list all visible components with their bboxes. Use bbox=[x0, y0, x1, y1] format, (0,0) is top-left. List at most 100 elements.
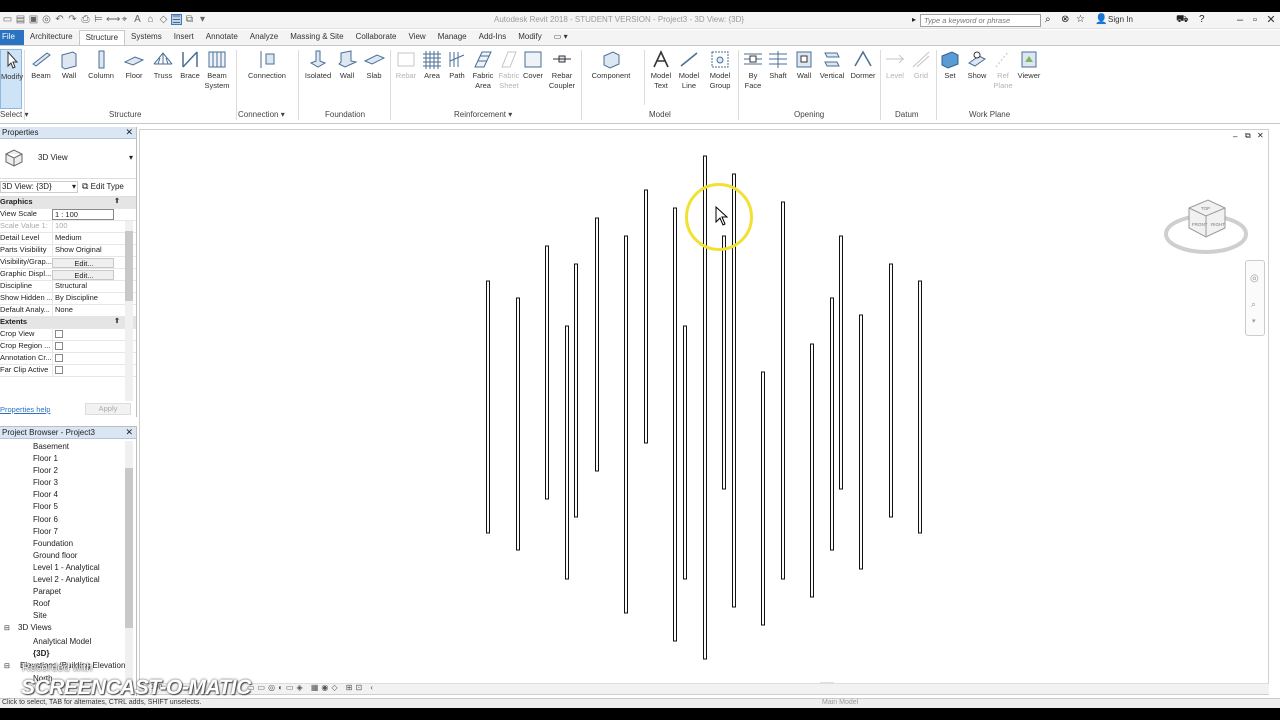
close-icon[interactable]: ✕ bbox=[125, 427, 133, 438]
fabric-area-button[interactable]: Fabric Area bbox=[470, 49, 496, 91]
help-icon[interactable]: ? bbox=[1199, 14, 1205, 25]
model-line-button[interactable]: Model Line bbox=[676, 49, 702, 91]
property-row[interactable]: Annotation Cr... bbox=[0, 353, 136, 365]
measure-icon[interactable]: ⊨ bbox=[93, 14, 104, 25]
favorites-icon[interactable]: ☆ bbox=[1076, 14, 1085, 25]
tree-item[interactable]: Foundation bbox=[0, 538, 136, 550]
edit-button[interactable]: Edit... bbox=[52, 258, 114, 268]
model-group-button[interactable]: Model Group bbox=[705, 49, 735, 91]
beam-button[interactable]: Beam bbox=[28, 49, 54, 81]
structural-column[interactable] bbox=[781, 201, 785, 580]
structural-wall-button[interactable]: Wall bbox=[56, 49, 82, 81]
tab-manage[interactable]: Manage bbox=[432, 30, 473, 45]
tab-annotate[interactable]: Annotate bbox=[200, 30, 244, 45]
property-row[interactable]: Crop View bbox=[0, 329, 136, 341]
tree-item[interactable]: Floor 5 bbox=[0, 501, 136, 513]
structural-column[interactable] bbox=[918, 280, 922, 534]
undo-icon[interactable]: ↶ bbox=[54, 14, 65, 25]
tree-item[interactable]: Analytical Model bbox=[0, 636, 136, 648]
properties-scrollbar[interactable] bbox=[125, 221, 133, 401]
model-selector[interactable]: Main Model bbox=[822, 699, 858, 706]
sync-icon[interactable]: ◎ bbox=[41, 14, 52, 25]
path-reinforcement-button[interactable]: Path bbox=[445, 49, 469, 81]
tab-architecture[interactable]: Architecture bbox=[24, 30, 79, 45]
structural-column[interactable] bbox=[830, 297, 834, 551]
floor-button[interactable]: Floor bbox=[120, 49, 148, 81]
panel-connection-label[interactable]: Connection ▾ bbox=[238, 110, 285, 119]
tree-group-3d-views[interactable]: ⊟ 3D Views bbox=[0, 622, 136, 635]
grid-button[interactable]: Grid bbox=[909, 49, 933, 81]
vertical-opening-button[interactable]: Vertical bbox=[817, 49, 847, 81]
tab-view[interactable]: View bbox=[403, 30, 432, 45]
sign-in-button[interactable]: Sign In bbox=[1108, 15, 1133, 24]
tab-insert[interactable]: Insert bbox=[168, 30, 200, 45]
tree-item[interactable]: Floor 2 bbox=[0, 465, 136, 477]
close-window-button[interactable]: ✕ bbox=[1264, 13, 1278, 27]
property-row[interactable]: View Scale 1 : 100 bbox=[0, 209, 136, 221]
tab-add-ins[interactable]: Add-Ins bbox=[473, 30, 513, 45]
view-restore-icon[interactable]: ⧉ bbox=[1245, 131, 1251, 141]
ribbon-options-icon[interactable]: ▭ ▾ bbox=[548, 30, 574, 45]
structural-column[interactable] bbox=[859, 314, 863, 570]
beam-system-button[interactable]: Beam System bbox=[203, 49, 231, 91]
steering-wheel-icon[interactable]: ◎ bbox=[1250, 273, 1259, 284]
arrow-icon[interactable]: ▸ bbox=[912, 15, 916, 24]
structural-column[interactable] bbox=[839, 235, 843, 490]
cover-button[interactable]: Cover bbox=[521, 49, 545, 81]
type-selector[interactable]: 3D View ▾ bbox=[0, 139, 136, 179]
connection-button[interactable]: Connection bbox=[244, 49, 290, 81]
ref-plane-button[interactable]: Ref Plane bbox=[990, 49, 1016, 91]
checkbox[interactable] bbox=[55, 354, 63, 362]
app-menu-icon[interactable]: ▭ bbox=[2, 14, 13, 25]
tree-item[interactable]: Basement bbox=[0, 441, 136, 453]
tree-item[interactable]: Level 2 - Analytical bbox=[0, 574, 136, 586]
zoom-icon[interactable]: ⌕ bbox=[1251, 299, 1256, 310]
viewcube[interactable]: TOP FRONT RIGHT bbox=[1163, 182, 1249, 272]
open-icon[interactable]: ▤ bbox=[15, 14, 26, 25]
tab-massing-site[interactable]: Massing & Site bbox=[284, 30, 349, 45]
switch-windows-icon[interactable]: ▾ bbox=[197, 14, 208, 25]
chevron-down-icon[interactable]: ▾ bbox=[1252, 317, 1256, 325]
level-button[interactable]: Level bbox=[883, 49, 907, 81]
wall-opening-button[interactable]: Wall bbox=[792, 49, 816, 81]
tree-item[interactable]: Floor 4 bbox=[0, 489, 136, 501]
binoculars-icon[interactable]: ⌕ bbox=[1045, 14, 1051, 25]
edit-type-button[interactable]: ⧉ Edit Type bbox=[82, 181, 124, 192]
property-row[interactable]: Default Analy... None bbox=[0, 305, 136, 317]
property-row[interactable]: Visibility/Grap... Edit... bbox=[0, 257, 136, 269]
structural-column[interactable] bbox=[574, 263, 578, 518]
tree-item[interactable]: Floor 6 bbox=[0, 514, 136, 526]
thin-lines-icon[interactable]: ☰ bbox=[171, 14, 182, 26]
property-row[interactable]: Discipline Structural bbox=[0, 281, 136, 293]
structural-column[interactable] bbox=[889, 263, 893, 518]
shaft-opening-button[interactable]: Shaft bbox=[766, 49, 790, 81]
tree-item[interactable]: Roof bbox=[0, 598, 136, 610]
tree-item-active-view[interactable]: {3D} bbox=[0, 648, 136, 660]
structural-column[interactable] bbox=[565, 325, 569, 580]
rebar-button[interactable]: Rebar bbox=[393, 49, 419, 81]
tree-item[interactable]: Level 1 - Analytical bbox=[0, 562, 136, 574]
minimize-button[interactable]: – bbox=[1233, 13, 1247, 27]
edit-button[interactable]: Edit... bbox=[52, 270, 114, 280]
close-icon[interactable]: ✕ bbox=[125, 127, 133, 138]
show-work-plane-button[interactable]: Show bbox=[964, 49, 990, 81]
property-row[interactable]: Far Clip Active bbox=[0, 365, 136, 377]
viewer-button[interactable]: Viewer bbox=[1015, 49, 1043, 81]
structural-column[interactable] bbox=[644, 189, 648, 444]
tree-item[interactable]: Ground floor bbox=[0, 550, 136, 562]
structural-column[interactable] bbox=[810, 343, 814, 598]
structural-column[interactable] bbox=[761, 371, 765, 626]
structural-column[interactable] bbox=[595, 217, 599, 472]
by-face-opening-button[interactable]: By Face bbox=[741, 49, 765, 91]
tab-structure[interactable]: Structure bbox=[78, 30, 126, 45]
structural-column[interactable] bbox=[516, 297, 520, 551]
instance-filter-dropdown[interactable]: 3D View: {3D} ▾ bbox=[0, 181, 78, 193]
structural-column[interactable] bbox=[673, 207, 677, 642]
tree-item[interactable]: Site bbox=[0, 610, 136, 622]
fabric-sheet-button[interactable]: Fabric Sheet bbox=[496, 49, 522, 91]
graphics-section[interactable]: Graphics ⇑ bbox=[0, 197, 136, 209]
structural-column[interactable] bbox=[624, 235, 628, 614]
tree-item[interactable]: Parapet bbox=[0, 586, 136, 598]
modify-button[interactable]: Modify bbox=[0, 49, 23, 109]
rebar-coupler-button[interactable]: Rebar Coupler bbox=[546, 49, 578, 91]
